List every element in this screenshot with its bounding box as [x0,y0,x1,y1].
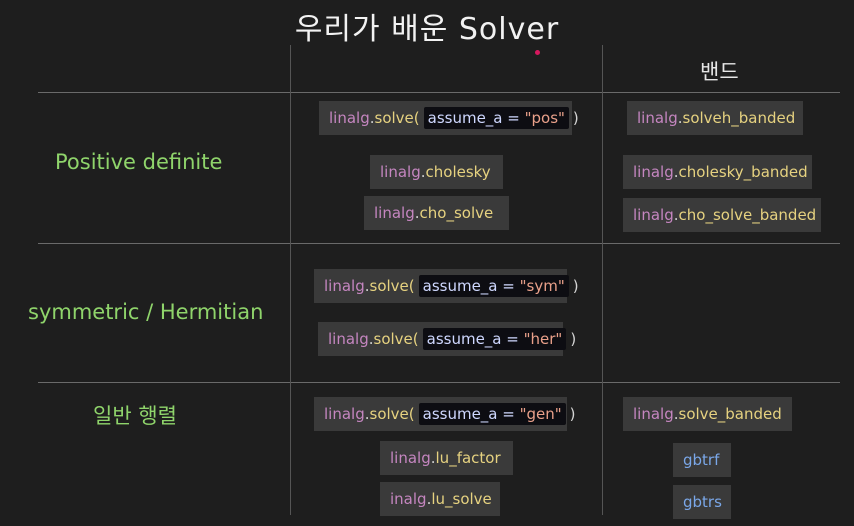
param-highlight: assume_a = "gen" [418,403,566,425]
function-name: cholesky [425,163,491,181]
code-cho-solve-banded: linalg. cho_solve_banded [623,198,821,232]
module-name: linalg [633,405,674,423]
param-value: "pos" [524,109,565,127]
param-value: "sym" [519,277,565,295]
code-cholesky: linalg. cholesky [370,155,503,189]
param-name: assume_a = [426,330,524,348]
function-name: lu_solve [431,490,492,508]
code-solve-pos: linalg. solve(assume_a = "pos") [319,101,579,135]
function-name: solve( [369,405,415,423]
module-name: inalg [390,490,427,508]
code-lu-solve: inalg. lu_solve [380,482,500,516]
module-name: linalg [324,405,365,423]
module-name: linalg [324,277,365,295]
module-name: linalg [633,206,674,224]
close-paren: ) [569,405,576,423]
row-divider-2 [38,382,840,383]
module-name: linalg [380,163,421,181]
row-label-general-matrix: 일반 행렬 [93,404,177,428]
param-value: "her" [523,330,563,348]
close-paren: ) [570,330,577,348]
code-solve-banded: linalg. solve_banded [623,397,792,431]
module-name: linalg [390,449,431,467]
module-name: linalg [637,109,678,127]
function-name: cholesky_banded [678,163,808,181]
close-paren: ) [572,277,579,295]
function-name: solve( [373,330,419,348]
code-gbtrs: gbtrs [673,485,731,519]
row-divider-1 [38,243,840,244]
function-name: solve_banded [678,405,782,423]
param-name: assume_a = [427,109,525,127]
module-name: linalg [374,204,415,222]
pointer-dot [535,50,540,55]
code-solveh-banded: linalg. solveh_banded [627,101,803,135]
param-highlight: assume_a = "her" [422,328,567,350]
function-name: lu_factor [435,449,501,467]
close-paren: ) [572,109,579,127]
lapack-routine: gbtrf [683,451,720,469]
function-name: cho_solve [419,204,494,222]
lapack-routine: gbtrs [683,493,722,511]
module-name: linalg [328,330,369,348]
param-name: assume_a = [422,277,520,295]
function-name: solveh_banded [682,109,796,127]
function-name: cho_solve_banded [678,206,817,224]
column-divider-2 [602,45,603,515]
code-lu-factor: linalg. lu_factor [380,441,513,475]
column-header-band: 밴드 [700,60,739,84]
code-cholesky-banded: linalg. cholesky_banded [623,155,812,189]
code-solve-her: linalg. solve(assume_a = "her") [318,322,576,356]
param-name: assume_a = [422,405,520,423]
page-title: 우리가 배운 Solver [294,12,560,47]
code-gbtrf: gbtrf [673,443,731,477]
function-name: solve( [369,277,415,295]
code-cho-solve: linalg. cho_solve [364,196,509,230]
module-name: linalg [329,109,370,127]
code-solve-sym: linalg. solve(assume_a = "sym") [314,269,579,303]
row-label-symmetric-hermitian: symmetric / Hermitian [28,300,264,324]
code-solve-gen: linalg. solve(assume_a = "gen") [314,397,576,431]
param-highlight: assume_a = "pos" [423,107,569,129]
param-highlight: assume_a = "sym" [418,275,569,297]
header-divider [38,92,840,93]
module-name: linalg [633,163,674,181]
function-name: solve( [374,109,420,127]
row-label-positive-definite: Positive definite [55,150,223,174]
column-divider-1 [290,45,291,515]
param-value: "gen" [519,405,562,423]
